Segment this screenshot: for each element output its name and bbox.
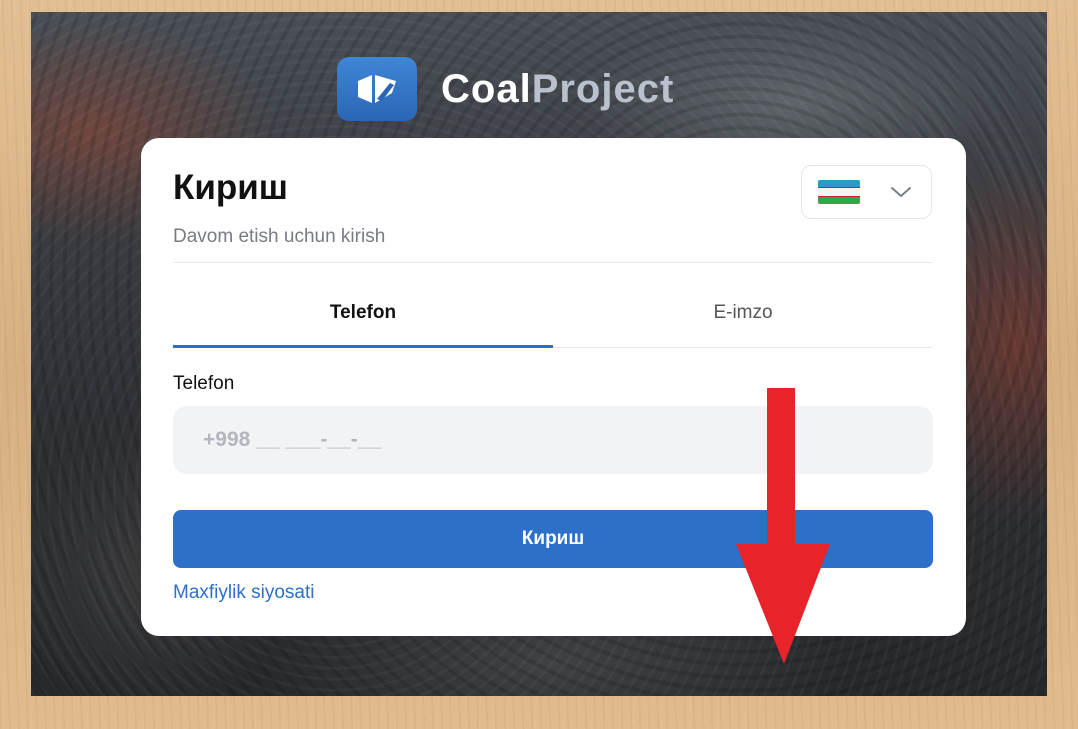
coalproject-logo-icon xyxy=(337,57,417,121)
chevron-down-icon xyxy=(891,187,911,197)
brand-header: CoalProject xyxy=(337,56,674,122)
privacy-policy-link[interactable]: Maxfiylik siyosati xyxy=(173,582,314,604)
phone-label: Telefon xyxy=(173,373,235,394)
brand-name-part2: Project xyxy=(531,66,675,111)
page-subtitle: Davom etish uchun kirish xyxy=(173,226,386,247)
language-select[interactable] xyxy=(801,165,932,219)
login-card: Кириш Davom etish uchun kirish Telefon E… xyxy=(141,138,966,636)
brand-name-part1: Coal xyxy=(441,66,532,111)
uzbekistan-flag-icon xyxy=(818,180,860,204)
login-method-tabs: Telefon E-imzo xyxy=(173,288,933,348)
tab-telefon[interactable]: Telefon xyxy=(173,288,553,348)
header-divider xyxy=(173,262,933,263)
tab-e-imzo[interactable]: E-imzo xyxy=(553,288,933,347)
red-down-arrow xyxy=(736,388,830,664)
page-title: Кириш xyxy=(173,168,288,207)
brand-name: CoalProject xyxy=(441,67,674,112)
